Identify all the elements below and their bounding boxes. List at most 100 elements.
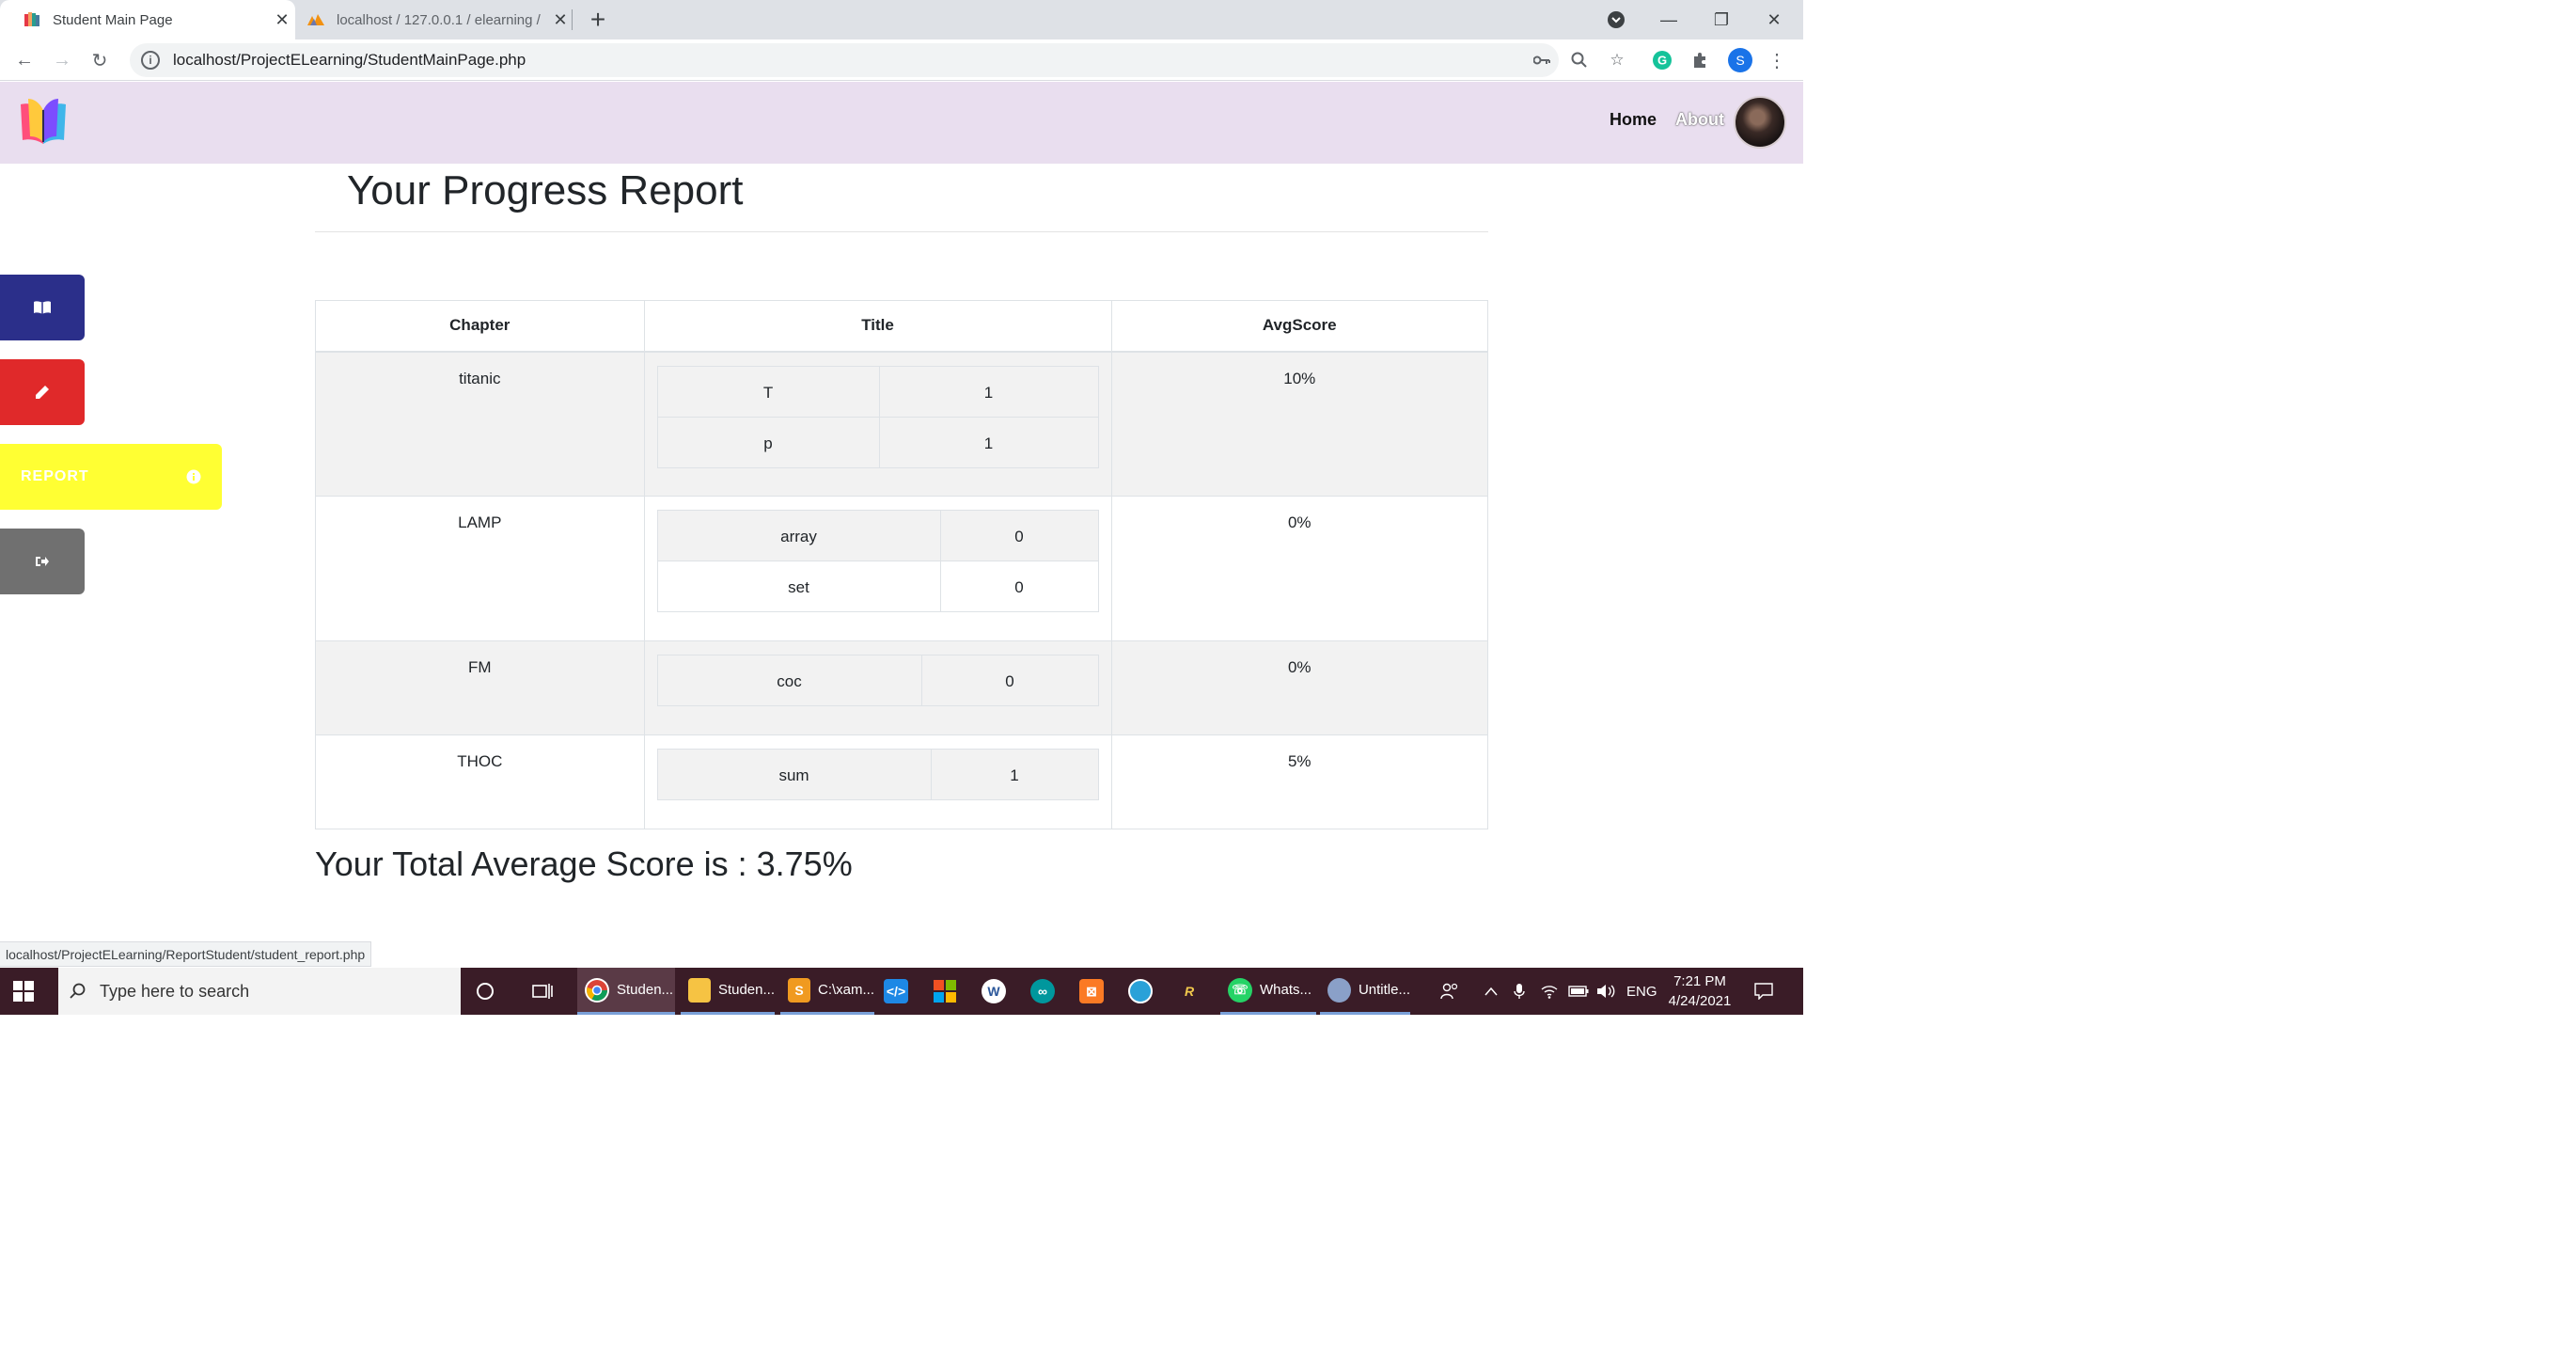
tab-title: localhost / 127.0.0.1 / elearning / [337,11,541,28]
cortana-icon[interactable] [476,968,495,1015]
tab-search-button[interactable] [1589,0,1643,39]
title-name: sum [656,749,932,800]
titles-cell: T1 p1 [643,351,1112,497]
taskbar-app-label: Studen... [617,982,674,998]
new-tab-button[interactable]: + [581,2,615,38]
arduino-icon[interactable]: ∞ [1030,968,1062,1015]
bookmark-star-icon[interactable]: ☆ [1606,49,1628,71]
table-row: LAMP array 0 set 0 0% [315,496,1488,641]
paint-icon [1327,977,1351,1003]
taskbar-app-label: Untitle... [1358,982,1410,998]
title-score: 0 [920,655,1099,706]
zoom-icon[interactable] [1568,49,1591,71]
header-chapter: Chapter [315,300,645,353]
avgscore-cell: 10% [1110,351,1488,497]
taskbar-search-placeholder: Type here to search [100,981,250,1001]
minimize-button[interactable]: — [1641,0,1696,39]
windows-taskbar: Type here to search Studen... Studen... … [0,968,1803,1015]
vscode-icon[interactable]: </> [884,968,916,1015]
close-tab-icon[interactable]: ✕ [269,10,295,30]
open-book-icon [34,301,51,314]
table-row: THOC sum 1 5% [315,734,1488,829]
back-button[interactable]: ← [9,45,39,75]
title-name: T [656,365,880,418]
sidebar-report-label: REPORT [21,468,89,484]
windows-store-icon[interactable] [933,968,957,1015]
profile-avatar[interactable]: S [1728,48,1752,72]
notification-center-icon[interactable] [1754,968,1773,1015]
site-header: Home About [0,82,1803,164]
xampp-icon[interactable]: ⊠ [1079,968,1111,1015]
books-favicon-icon [23,10,41,29]
title-name: p [656,416,880,468]
chapter-cell: THOC [315,734,645,829]
browser-toolbar: ← → ↻ i localhost/ProjectELearning/Stude… [0,39,1803,81]
extensions-puzzle-icon[interactable] [1689,49,1711,71]
user-avatar[interactable] [1734,96,1786,149]
taskbar-app-label: Whats... [1260,982,1312,998]
divider [315,231,1488,232]
volume-icon[interactable] [1596,968,1615,1015]
title-name: array [656,510,941,561]
titles-table: array 0 set 0 [656,510,1099,612]
site-info-icon[interactable]: i [141,51,160,70]
battery-icon[interactable] [1568,968,1589,1015]
sidebar-logout-button[interactable] [0,529,85,594]
progress-table: Chapter Title AvgScore titanic T1 p1 10% [315,300,1488,829]
rstudio-icon[interactable]: R [1177,968,1209,1015]
grammarly-extension-icon[interactable]: G [1651,49,1673,71]
pencil-icon [36,386,49,399]
browser-menu-icon[interactable]: ⋮ [1766,49,1788,71]
reload-button[interactable]: ↻ [85,45,115,75]
books-logo-icon[interactable] [19,99,68,146]
chapter-cell: LAMP [315,496,645,641]
sidebar-chapters-button[interactable] [0,275,85,340]
tab-strip: Student Main Page ✕ localhost / 127.0.0.… [0,0,1803,39]
chevron-down-circle-icon [1608,11,1625,28]
sign-out-icon [36,557,49,566]
taskbar-app-whatsapp[interactable]: ☏ Whats... [1220,968,1316,1015]
title-name: set [656,561,941,612]
svg-text:G: G [1657,54,1667,68]
task-view-icon[interactable] [532,968,553,1015]
clock-date: 4/24/2021 [1668,993,1732,1009]
microphone-icon[interactable] [1514,968,1525,1015]
taskbar-app-paint[interactable]: Untitle... [1320,968,1410,1015]
page-title: Your Progress Report [347,167,744,213]
taskbar-app-explorer[interactable]: Studen... [681,968,775,1015]
taskbar-app-chrome[interactable]: Studen... [577,968,675,1015]
sidebar-edit-button[interactable] [0,359,85,425]
title-score: 1 [878,365,1099,418]
close-tab-icon[interactable]: ✕ [547,10,573,30]
close-window-button[interactable]: ✕ [1747,0,1801,39]
windows-start-icon[interactable] [13,981,34,1002]
url-text: localhost/ProjectELearning/StudentMainPa… [173,51,526,69]
header-avgscore: AvgScore [1110,300,1488,353]
taskbar-app-sublime[interactable]: S C:\xam... [780,968,874,1015]
search-icon [70,983,86,999]
address-bar[interactable]: i localhost/ProjectELearning/StudentMain… [130,43,1559,77]
taskbar-search-box[interactable]: Type here to search [58,968,461,1015]
chapter-cell: titanic [315,351,645,497]
word-app-icon[interactable]: W [982,968,1013,1015]
nav-about-link[interactable]: About [1675,110,1724,130]
restore-button[interactable]: ❐ [1694,0,1749,39]
phpmyadmin-favicon-icon [306,10,325,29]
tab-phpmyadmin[interactable]: localhost / 127.0.0.1 / elearning / ✕ [301,0,573,39]
forward-button[interactable]: → [47,45,77,75]
titles-cell: sum 1 [643,734,1112,829]
taskbar-clock[interactable]: 7:21 PM 4/24/2021 [1662,971,1737,1011]
sidebar-report-button[interactable]: REPORT [0,444,222,510]
people-icon[interactable] [1440,968,1459,1015]
folder-icon [688,977,711,1003]
nav-home-link[interactable]: Home [1610,110,1657,130]
taskbar-app-label: C:\xam... [817,982,874,998]
tab-student-main-page[interactable]: Student Main Page ✕ [0,0,295,39]
language-indicator[interactable]: ENG [1626,968,1657,1015]
browser-app-icon[interactable] [1128,968,1160,1015]
avgscore-cell: 5% [1110,734,1488,829]
key-icon[interactable] [1531,49,1553,71]
wifi-icon[interactable] [1540,968,1559,1015]
chevron-up-icon[interactable] [1484,968,1499,1015]
taskbar-app-label: Studen... [717,982,775,998]
